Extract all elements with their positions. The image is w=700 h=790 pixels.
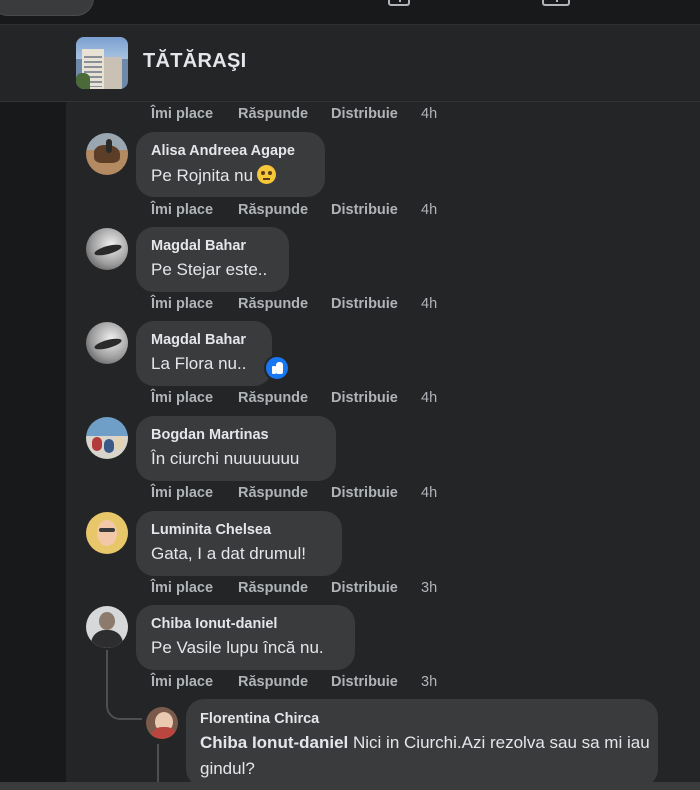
- comment-actions: Îmi place Răspunde Distribuie 4h: [151, 296, 437, 312]
- like-button[interactable]: Îmi place: [151, 106, 238, 122]
- comment-text: Pe Vasile lupu încă nu.: [151, 638, 324, 657]
- comment-bubble: Magdal Bahar Pe Stejar este..: [136, 227, 289, 292]
- avatar[interactable]: [86, 322, 128, 364]
- like-button[interactable]: Îmi place: [151, 580, 238, 596]
- comment-text: Gata, I a dat drumul!: [151, 544, 306, 563]
- comment-text: În ciurchi nuuuuuuu: [151, 449, 300, 468]
- reply-button[interactable]: Răspunde: [238, 390, 331, 406]
- share-button[interactable]: Distribuie: [331, 106, 421, 122]
- reply-author[interactable]: Florentina Chirca: [200, 711, 658, 727]
- group-name[interactable]: TĂTĂRAŞI: [143, 50, 247, 73]
- comment-timestamp[interactable]: 4h: [421, 202, 437, 218]
- comment-author[interactable]: Chiba Ionut-daniel: [151, 616, 355, 632]
- avatar[interactable]: [86, 606, 128, 648]
- comment-author[interactable]: Luminita Chelsea: [151, 522, 342, 538]
- like-button[interactable]: Îmi place: [151, 296, 238, 312]
- comment-author[interactable]: Magdal Bahar: [151, 238, 289, 254]
- comment-actions: Îmi place Răspunde Distribuie 3h: [151, 580, 437, 596]
- comment-text: Pe Stejar este..: [151, 260, 268, 279]
- comment-timestamp[interactable]: 4h: [421, 485, 437, 501]
- reply-button[interactable]: Răspunde: [238, 674, 331, 690]
- comment-bubble: Bogdan Martinas În ciurchi nuuuuuuu: [136, 416, 336, 481]
- comment-author[interactable]: Magdal Bahar: [151, 332, 272, 348]
- comment-actions: Îmi place Răspunde Distribuie 4h: [151, 202, 437, 218]
- comment-author[interactable]: Alisa Andreea Agape: [151, 143, 325, 159]
- top-navigation-bar: [0, 0, 700, 25]
- comment-actions: Îmi place Răspunde Distribuie 3h: [151, 674, 437, 690]
- comment-timestamp[interactable]: 4h: [421, 106, 437, 122]
- comment-author[interactable]: Bogdan Martinas: [151, 427, 336, 443]
- comment-bubble: Chiba Ionut-daniel Pe Vasile lupu încă n…: [136, 605, 355, 670]
- comment-actions: Îmi place Răspunde Distribuie 4h: [151, 485, 437, 501]
- search-field[interactable]: [0, 0, 94, 16]
- share-button[interactable]: Distribuie: [331, 485, 421, 501]
- share-button[interactable]: Distribuie: [331, 674, 421, 690]
- horizontal-scrollbar[interactable]: [0, 782, 700, 790]
- comment-text: La Flora nu..: [151, 354, 247, 373]
- comment-bubble: Luminita Chelsea Gata, I a dat drumul!: [136, 511, 342, 576]
- like-button[interactable]: Îmi place: [151, 202, 238, 218]
- reply-button[interactable]: Răspunde: [238, 202, 331, 218]
- comment-text: Pe Rojnita nu: [151, 166, 254, 185]
- reply-button[interactable]: Răspunde: [238, 580, 331, 596]
- reply-button[interactable]: Răspunde: [238, 485, 331, 501]
- share-button[interactable]: Distribuie: [331, 202, 421, 218]
- like-button[interactable]: Îmi place: [151, 485, 238, 501]
- mention-link[interactable]: Chiba Ionut-daniel: [200, 733, 348, 752]
- marketplace-icon[interactable]: [542, 0, 570, 6]
- left-gutter: [0, 102, 66, 790]
- share-button[interactable]: Distribuie: [331, 296, 421, 312]
- avatar[interactable]: [86, 228, 128, 270]
- comment-actions: Îmi place Răspunde Distribuie 4h: [151, 390, 437, 406]
- share-button[interactable]: Distribuie: [331, 390, 421, 406]
- reply-button[interactable]: Răspunde: [238, 296, 331, 312]
- comment-bubble: Magdal Bahar La Flora nu..: [136, 321, 272, 386]
- group-avatar[interactable]: [76, 37, 128, 89]
- thread-connector-curve: [106, 690, 142, 720]
- share-button[interactable]: Distribuie: [331, 580, 421, 596]
- comment-actions: Îmi place Răspunde Distribuie 4h: [151, 106, 437, 122]
- avatar[interactable]: [86, 417, 128, 459]
- comment-timestamp[interactable]: 3h: [421, 580, 437, 596]
- avatar[interactable]: [86, 512, 128, 554]
- like-reaction-icon[interactable]: [264, 355, 290, 381]
- avatar[interactable]: [86, 133, 128, 175]
- reply-button[interactable]: Răspunde: [238, 106, 331, 122]
- like-button[interactable]: Îmi place: [151, 390, 238, 406]
- comment-timestamp[interactable]: 4h: [421, 390, 437, 406]
- comment-timestamp[interactable]: 4h: [421, 296, 437, 312]
- like-button[interactable]: Îmi place: [151, 674, 238, 690]
- eye-roll-emoji-icon: [257, 165, 277, 184]
- comment-bubble: Alisa Andreea Agape Pe Rojnita nu: [136, 132, 325, 197]
- avatar[interactable]: [146, 707, 178, 739]
- comment-timestamp[interactable]: 3h: [421, 674, 437, 690]
- pages-icon[interactable]: [388, 0, 410, 6]
- reply-bubble: Florentina Chirca Chiba Ionut-daniel Nic…: [186, 699, 658, 787]
